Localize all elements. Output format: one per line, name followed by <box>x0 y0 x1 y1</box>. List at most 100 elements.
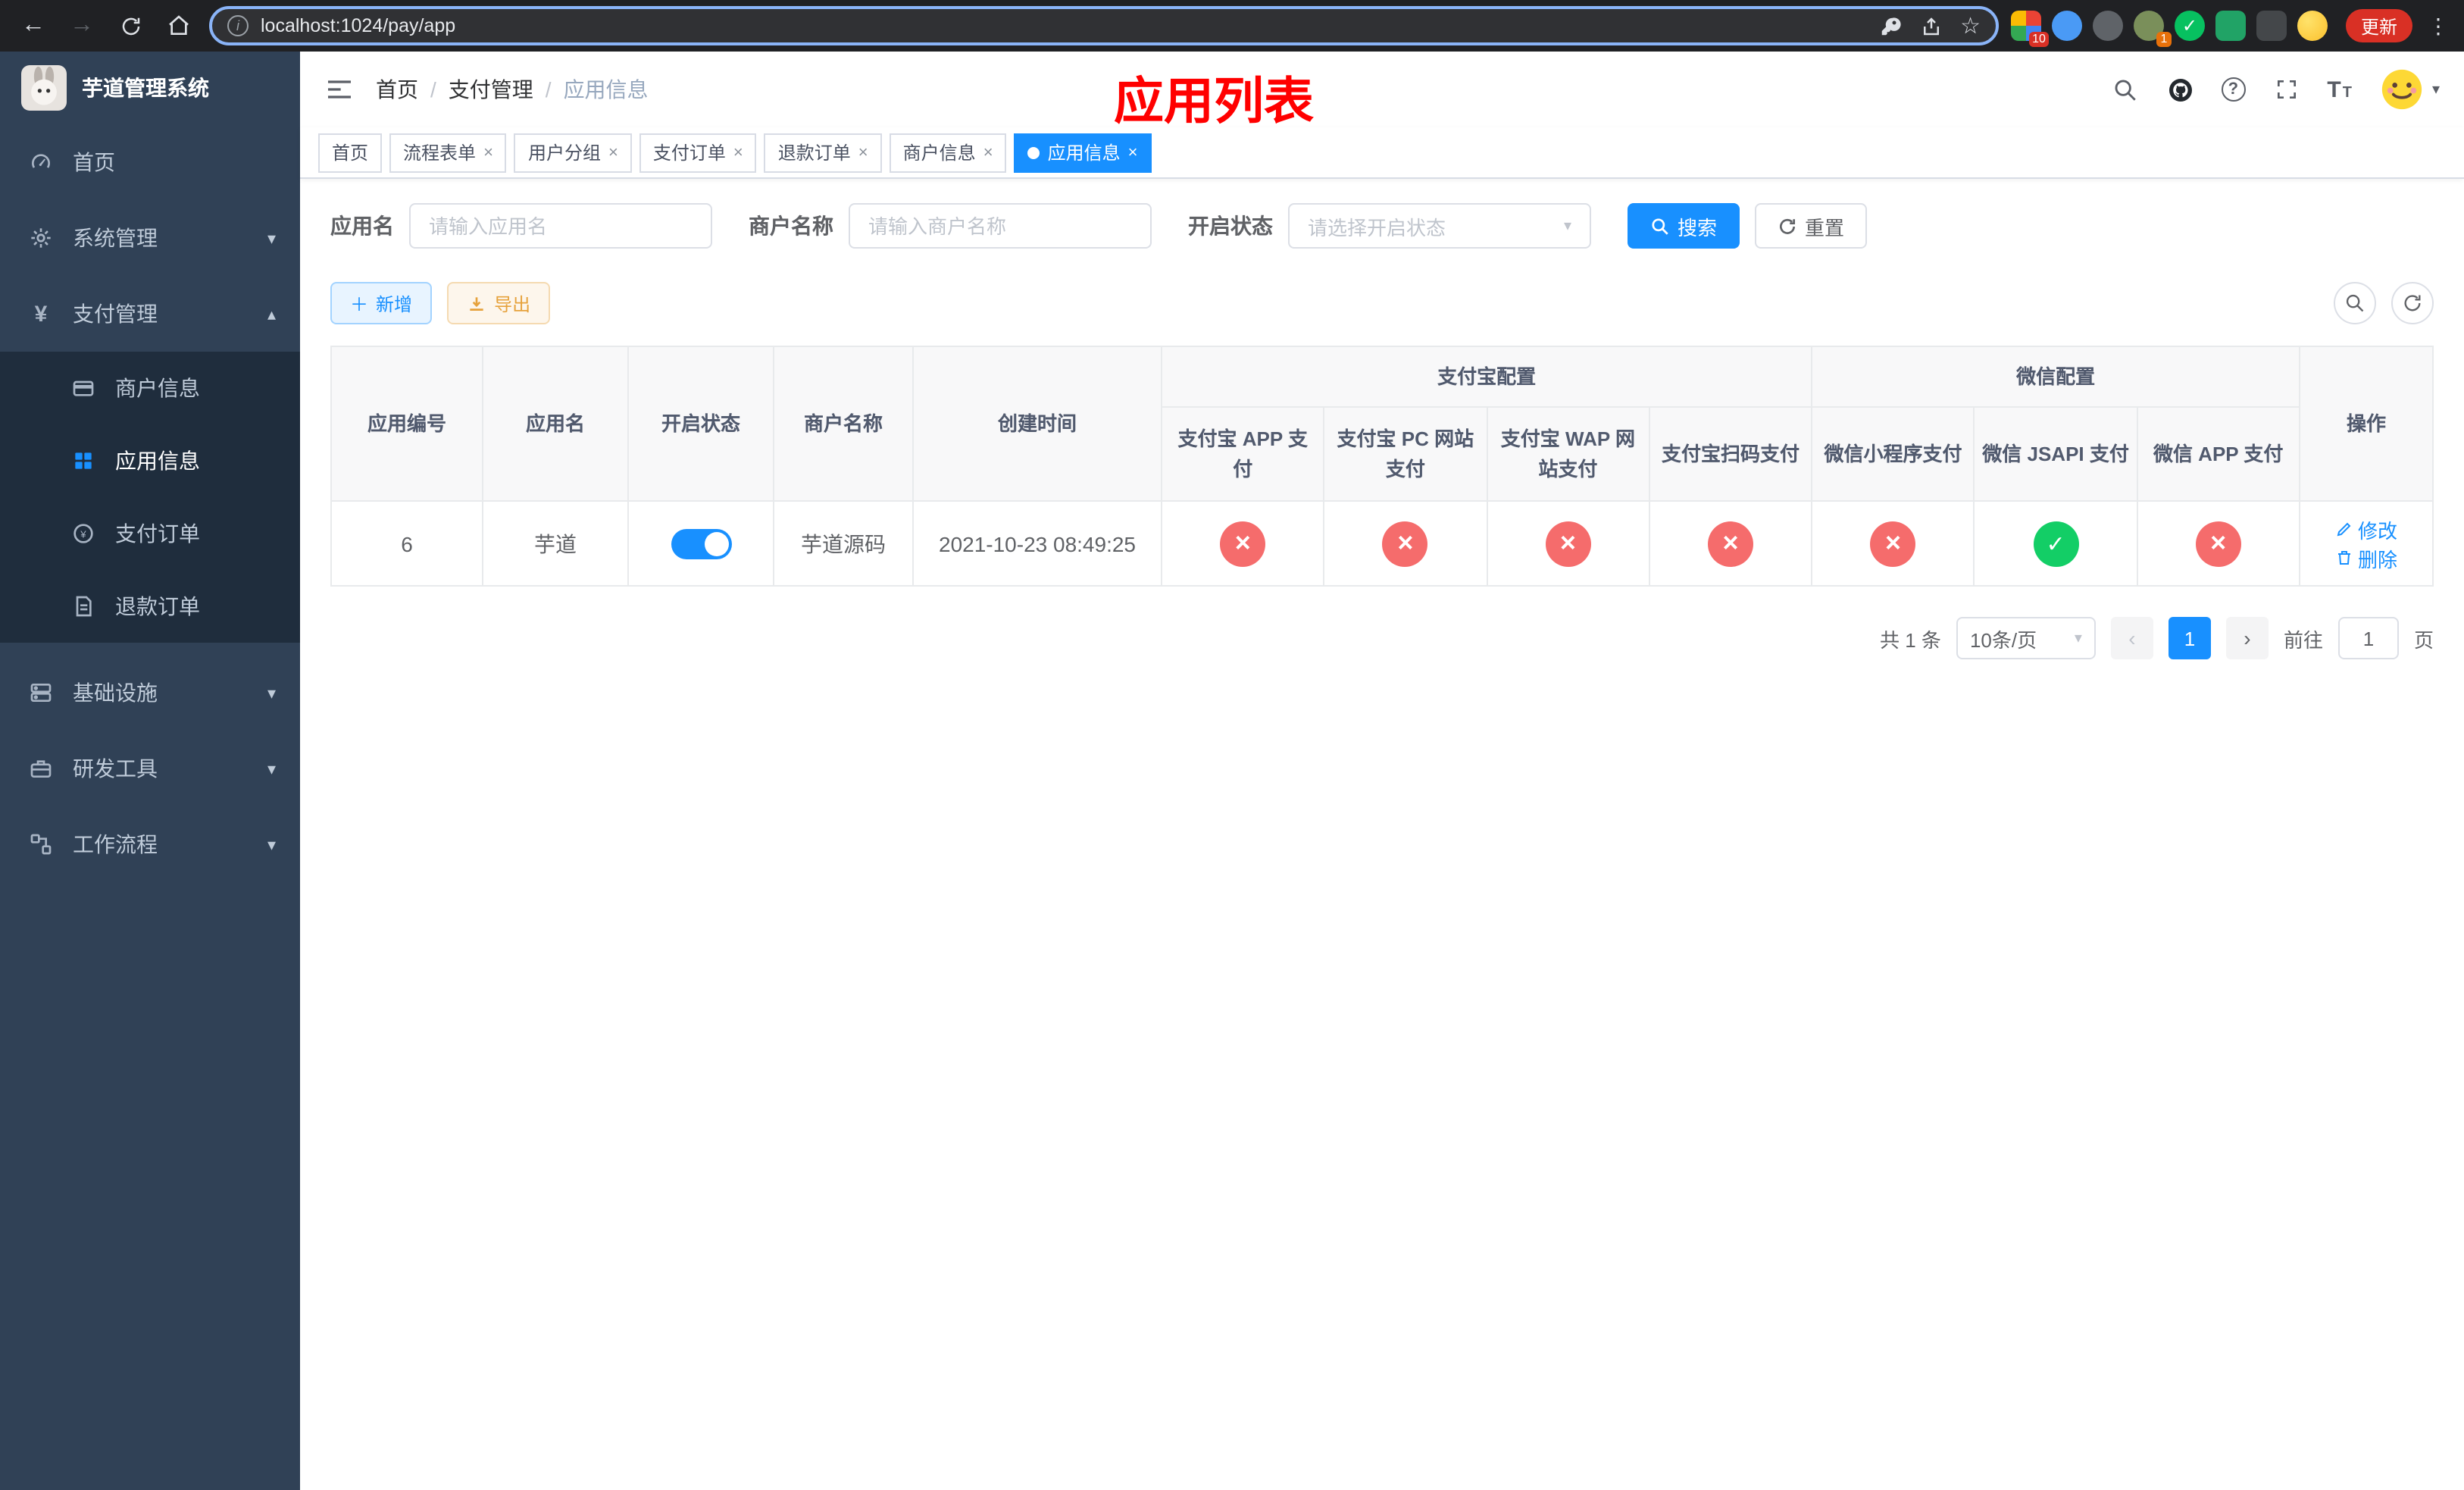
sidebar-item-infrastructure[interactable]: 基础设施 ▾ <box>0 655 300 731</box>
merchant-name-input[interactable] <box>849 203 1152 249</box>
sidebar-item-app-info[interactable]: 应用信息 <box>0 424 300 497</box>
gear-icon <box>27 224 55 252</box>
home-icon[interactable] <box>161 8 197 44</box>
close-icon[interactable]: × <box>858 143 868 161</box>
app-name-input[interactable] <box>409 203 712 249</box>
wechat-devtools-icon[interactable]: ✓ <box>2174 11 2205 41</box>
close-icon[interactable]: × <box>983 143 993 161</box>
tab-refund-order[interactable]: 退款订单 × <box>764 133 882 172</box>
font-size-icon[interactable]: TT <box>2327 77 2353 102</box>
tab-app-info[interactable]: 应用信息 × <box>1014 133 1152 172</box>
wechat-jsapi-status-icon <box>2033 521 2079 566</box>
tab-merchant-info[interactable]: 商户信息 × <box>889 133 1007 172</box>
blue-drop-icon[interactable] <box>2051 11 2082 41</box>
goto-page-input[interactable] <box>2337 617 2399 659</box>
page-suffix-label: 页 <box>2413 628 2434 651</box>
col-app-name: 应用名 <box>482 346 629 502</box>
avatar-badge: 1 <box>2156 32 2172 47</box>
help-icon[interactable]: ? <box>2221 77 2246 102</box>
profile-avatar-icon[interactable]: 1 <box>2133 11 2172 47</box>
edit-link[interactable]: 修改 <box>2335 515 2397 543</box>
puzzle-icon[interactable] <box>2256 11 2287 41</box>
app-logo-row[interactable]: 芋道管理系统 <box>0 52 300 124</box>
emoji-face-extension-icon[interactable] <box>2297 11 2328 41</box>
green-square-icon[interactable] <box>2215 11 2246 41</box>
back-icon[interactable]: ← <box>15 8 52 44</box>
password-key-icon[interactable] <box>1878 14 1901 37</box>
gray-circle-icon[interactable] <box>2092 11 2123 41</box>
payment-submenu: 商户信息 应用信息 ¥ 支付订单 退款订单 <box>0 352 300 643</box>
sidebar-item-workflow[interactable]: 工作流程 ▾ <box>0 806 300 882</box>
close-icon[interactable]: × <box>483 143 493 161</box>
prev-page-button[interactable]: ‹ <box>2110 617 2153 659</box>
add-button[interactable]: ＋ 新增 <box>330 282 433 324</box>
col-merchant: 商户名称 <box>773 346 914 502</box>
tab-process-form[interactable]: 流程表单 × <box>389 133 507 172</box>
tab-pay-order[interactable]: 支付订单 × <box>639 133 757 172</box>
app-table: 应用编号 应用名 开启状态 商户名称 创建时间 支付宝配置 微信配置 操作 支付… <box>330 346 2434 587</box>
sidebar-item-payment[interactable]: ¥ 支付管理 ▴ <box>0 276 300 352</box>
status-select[interactable]: 请选择开启状态 ▾ <box>1288 203 1591 249</box>
search-button[interactable]: 搜索 <box>1628 203 1740 249</box>
browser-update-button[interactable]: 更新 <box>2345 9 2412 42</box>
url-text[interactable]: localhost:1024/pay/app <box>261 15 1878 36</box>
sidebar-item-home[interactable]: 首页 <box>0 124 300 200</box>
close-icon[interactable]: × <box>733 143 743 161</box>
extensions-badge: 10 <box>2029 32 2049 47</box>
chevron-down-icon: ▾ <box>267 836 276 854</box>
share-icon[interactable] <box>1919 14 1942 37</box>
browser-menu-icon[interactable]: ⋮ <box>2428 13 2449 39</box>
alipay-pc-status-icon <box>1382 521 1428 566</box>
sidebar-item-dev-tools[interactable]: 研发工具 ▾ <box>0 731 300 806</box>
refresh-icon <box>1780 218 1796 233</box>
reset-button[interactable]: 重置 <box>1755 203 1868 249</box>
fullscreen-icon[interactable] <box>2272 76 2300 103</box>
toggle-search-button[interactable] <box>2334 282 2376 324</box>
workflow-icon <box>27 831 55 858</box>
app-title: 芋道管理系统 <box>82 76 209 100</box>
sidebar-collapse-icon[interactable] <box>324 74 355 105</box>
table-row: 6 芋道 芋道源码 2021-10-23 08:49:25 × × × × × … <box>330 500 2434 587</box>
sidebar-item-pay-order[interactable]: ¥ 支付订单 <box>0 497 300 570</box>
forward-icon[interactable]: → <box>64 8 100 44</box>
cell-merchant: 芋道源码 <box>773 500 914 587</box>
sidebar: 芋道管理系统 首页 系统管理 ▾ ¥ 支付管理 ▴ 商户信息 应用信息 ¥ 支付… <box>0 52 300 1490</box>
sidebar-item-merchant-info[interactable]: 商户信息 <box>0 352 300 424</box>
bookmark-star-icon[interactable]: ☆ <box>1960 14 1981 37</box>
sidebar-item-refund-order[interactable]: 退款订单 <box>0 570 300 643</box>
user-avatar-menu[interactable]: ▾ <box>2381 68 2440 111</box>
tab-home[interactable]: 首页 <box>318 133 383 172</box>
table-toolbar: ＋ 新增 导出 <box>330 282 2434 324</box>
github-icon[interactable] <box>2166 76 2194 103</box>
page-size-select[interactable]: 10条/页 ▾ <box>1956 617 2096 659</box>
export-button[interactable]: 导出 <box>447 282 551 324</box>
url-bar[interactable]: i localhost:1024/pay/app ☆ <box>209 6 1999 45</box>
extensions-grid-icon[interactable]: 10 <box>2010 11 2049 47</box>
avatar <box>2381 69 2422 110</box>
breadcrumb-current: 应用信息 <box>563 77 649 102</box>
page-number-button[interactable]: 1 <box>2168 617 2211 659</box>
search-icon[interactable] <box>2112 76 2139 103</box>
wechat-app-status-icon <box>2195 521 2241 566</box>
sidebar-item-system[interactable]: 系统管理 ▾ <box>0 200 300 276</box>
status-toggle[interactable] <box>671 528 731 559</box>
close-icon[interactable]: × <box>1128 143 1138 161</box>
sidebar-item-label: 基础设施 <box>73 681 158 705</box>
status-label: 开启状态 <box>1188 214 1273 238</box>
tab-user-group[interactable]: 用户分组 × <box>514 133 632 172</box>
reload-icon[interactable] <box>112 8 149 44</box>
close-icon[interactable]: × <box>608 143 618 161</box>
breadcrumb-payment[interactable]: 支付管理 <box>449 74 533 105</box>
refresh-icon <box>2404 295 2421 311</box>
site-info-icon[interactable]: i <box>227 15 249 36</box>
chevron-down-icon: ▾ <box>267 684 276 703</box>
breadcrumb: 首页 / 支付管理 / 应用信息 <box>376 74 649 105</box>
delete-link[interactable]: 删除 <box>2335 543 2397 572</box>
yen-icon: ¥ <box>34 301 48 327</box>
next-page-button[interactable]: › <box>2225 617 2269 659</box>
chevron-down-icon: ▾ <box>1563 218 1571 234</box>
refresh-table-button[interactable] <box>2391 282 2434 324</box>
app-name-label: 应用名 <box>330 214 394 238</box>
col-app-id: 应用编号 <box>330 346 483 502</box>
breadcrumb-home[interactable]: 首页 <box>376 74 418 105</box>
